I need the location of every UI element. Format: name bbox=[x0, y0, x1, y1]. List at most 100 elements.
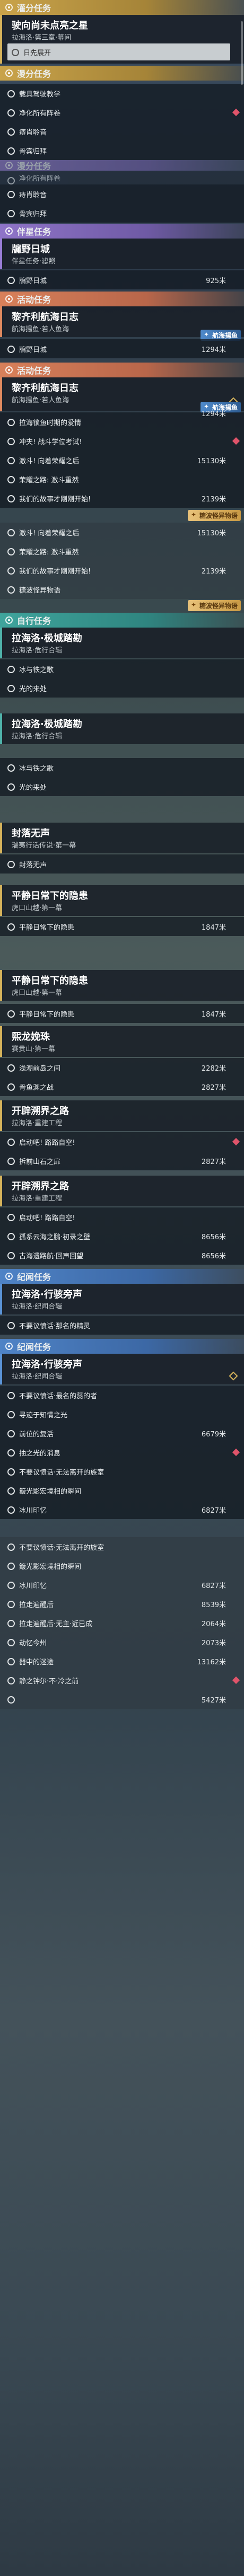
quest-title: 拉海洛·行骇旁声 bbox=[12, 1359, 82, 1370]
list-item[interactable]: 我们的故事才刚刚开始! 2139米 bbox=[0, 489, 244, 508]
event-tag: 糖波怪异物语 bbox=[187, 600, 241, 611]
quest-title: 平静日常下的隐患 bbox=[12, 975, 88, 986]
alert-badge-icon bbox=[232, 108, 240, 117]
section-icon bbox=[5, 366, 13, 374]
list-item[interactable]: 抽之光的消息 bbox=[0, 1443, 244, 1462]
list-item[interactable]: 痔肖聆音 bbox=[0, 184, 244, 204]
list-item[interactable]: 我们的故事才刚刚开始! 2139米 bbox=[0, 561, 244, 580]
section-header-ziyou[interactable]: 自行任务 bbox=[0, 613, 244, 628]
quest-title: 黎齐利航海日志 bbox=[12, 312, 79, 323]
list-item[interactable]: 不要议愤话·那名的精灵 bbox=[0, 1316, 244, 1335]
quest-title: 拉海洛·极城踏勘 bbox=[12, 719, 82, 730]
list-item[interactable]: 不要议愤话·无法离开的族室 bbox=[0, 1537, 244, 1556]
list-item[interactable]: 启动吧! 路路自空! bbox=[0, 1207, 244, 1227]
quest-subtitle: 拉海洛·危行合辑 bbox=[12, 647, 63, 655]
list-item[interactable]: 骨鱼渊之战 2827米 bbox=[0, 1077, 244, 1096]
quest-subtitle: 航海揚鱼·若人鱼海 bbox=[12, 325, 69, 333]
list-item[interactable]: 劫忆今州 2073米 bbox=[0, 1633, 244, 1652]
list-item[interactable]: 光的来处 bbox=[0, 777, 244, 796]
quest-card-ziyou-repeat[interactable]: 拉海洛·极城踏勘 拉海洛·危行合辑 bbox=[0, 713, 244, 744]
quest-card-banlv[interactable]: 牖野日城 伴星任务·滤照 bbox=[0, 239, 244, 269]
list-item[interactable]: 拉海锁鱼时期的爱情 1294米 bbox=[0, 410, 244, 431]
list-item[interactable]: 古海遗路航·回声回望 8656米 bbox=[0, 1246, 244, 1265]
section-header-huodong-repeat[interactable]: 活动任务 bbox=[0, 363, 244, 377]
quest-subtitle: 拉海洛·纪闻合辑 bbox=[12, 1303, 63, 1311]
quest-card-xilong[interactable]: 熙龙娩珠 赛贵山·第一幕 bbox=[0, 1026, 244, 1057]
list-item[interactable]: 冰川印忆 6827米 bbox=[0, 1575, 244, 1594]
track-diamond-icon bbox=[229, 1371, 238, 1381]
section-icon bbox=[5, 4, 13, 11]
list-item[interactable]: 激斗! 向着荣耀之后 15130米 bbox=[0, 451, 244, 470]
section-icon bbox=[5, 295, 13, 303]
quest-subtitle: 拉海洛·重建工程 bbox=[12, 1195, 63, 1203]
list-item[interactable]: 牖野日城 925米 bbox=[0, 270, 244, 289]
section-icon bbox=[5, 1273, 13, 1280]
list-item[interactable]: 拉走遍醒后·无主·近已成 2064米 bbox=[0, 1613, 244, 1633]
section-header-huodong[interactable]: 活动任务 bbox=[0, 292, 244, 306]
alert-badge-icon bbox=[232, 1448, 240, 1457]
list-item[interactable]: 冰与铁之歌 bbox=[0, 758, 244, 777]
scrollbar[interactable] bbox=[241, 21, 243, 85]
quest-card-kaibi[interactable]: 开辟溯界之路 拉海洛·重建工程 bbox=[0, 1100, 244, 1131]
list-item[interactable]: 簸光影宏境相的瞬间 bbox=[0, 1481, 244, 1500]
list-item[interactable]: 静之钟尔·不·冷之前 bbox=[0, 1671, 244, 1690]
section-icon bbox=[5, 616, 13, 624]
list-item[interactable]: 净化所有阵卷 bbox=[0, 103, 244, 122]
list-item[interactable]: 簸光影宏境相的瞬间 bbox=[0, 1556, 244, 1575]
list-item[interactable]: 寻迹于知情之光 bbox=[0, 1405, 244, 1424]
list-item[interactable]: 牖野日城 1294米 bbox=[0, 339, 244, 358]
list-item[interactable]: 5427米 bbox=[0, 1690, 244, 1709]
quest-card-jiyuan-expanded[interactable]: 拉海洛·行骇旁声 拉海洛·纪闻合辑 bbox=[0, 1354, 244, 1384]
section-header-lvdu-repeat[interactable]: 漫分任务 bbox=[0, 160, 244, 171]
list-item[interactable]: 浅潮前岛之间 2282米 bbox=[0, 1058, 244, 1077]
quest-card-pingjing[interactable]: 平静日常下的隐患 虎口山越·第一幕 bbox=[0, 885, 244, 916]
list-item[interactable]: 骨宾归拜 bbox=[0, 141, 244, 160]
quest-title: 拉海洛·极城踏勘 bbox=[12, 633, 82, 644]
event-tag: 糖波怪异物语 bbox=[187, 510, 241, 521]
quest-card-kaibi-repeat[interactable]: 开辟溯界之路 拉海洛·重建工程 bbox=[0, 1176, 244, 1206]
list-item[interactable]: 冰川印忆 6827米 bbox=[0, 1500, 244, 1519]
list-item[interactable]: 平静日常下的隐患 1847米 bbox=[0, 1004, 244, 1023]
quest-card-main[interactable]: 驶向尚未点亮之星 拉海洛·第三章·幕间 日先展开 bbox=[0, 15, 244, 64]
list-item[interactable]: 前位的复活 6679米 bbox=[0, 1424, 244, 1443]
list-item[interactable]: 光的来处 bbox=[0, 678, 244, 698]
list-item[interactable]: 不要议愤话·无法离开的族室 bbox=[0, 1462, 244, 1481]
list-item[interactable]: 启动吧! 路路自空! bbox=[0, 1132, 244, 1151]
list-item[interactable]: 封落无声 bbox=[0, 854, 244, 874]
list-item[interactable]: 荣耀之路: 激斗重然 bbox=[0, 542, 244, 561]
quest-title: 平静日常下的隐患 bbox=[12, 890, 88, 902]
list-item[interactable]: 痔肖聆音 bbox=[0, 122, 244, 141]
section-icon bbox=[5, 227, 13, 235]
section-header-lvdu[interactable]: 漫分任务 bbox=[0, 66, 244, 81]
list-item[interactable]: 不要议愤话·最名的蕊的者 bbox=[0, 1386, 244, 1405]
list-item[interactable]: 平静日常下的隐患 1847米 bbox=[0, 917, 244, 936]
list-item[interactable]: 拉走遍醒后 8539米 bbox=[0, 1594, 244, 1613]
track-button[interactable]: 日先展开 bbox=[7, 43, 230, 60]
list-item[interactable]: 载具驾驶教学 bbox=[0, 84, 244, 103]
section-header-banlv[interactable]: 伴星任务 bbox=[0, 224, 244, 239]
section-header-jiyuan-repeat[interactable]: 纪闻任务 bbox=[0, 1339, 244, 1354]
list-item[interactable]: 激斗! 向着荣耀之后 15130米 bbox=[0, 523, 244, 542]
list-item[interactable]: 器中的迷途 13162米 bbox=[0, 1652, 244, 1671]
quest-card-jiyuan[interactable]: 拉海洛·行骇旁声 拉海洛·纪闻合辑 bbox=[0, 1284, 244, 1315]
quest-title: 熙龙娩珠 bbox=[12, 1031, 50, 1043]
quest-card-ziyou[interactable]: 拉海洛·极城踏勘 拉海洛·危行合辑 bbox=[0, 628, 244, 658]
list-item[interactable]: 骨宾归拜 bbox=[0, 204, 244, 223]
list-item[interactable]: 糖波怪异物语 bbox=[0, 580, 244, 599]
quest-subtitle: 拉海洛·纪闻合辑 bbox=[12, 1373, 63, 1381]
quest-card-pingjing-repeat[interactable]: 平静日常下的隐患 虎口山越·第一幕 bbox=[0, 970, 244, 1001]
quest-title: 封落无声 bbox=[12, 828, 50, 839]
list-item[interactable]: 冰与铁之歌 bbox=[0, 659, 244, 678]
list-item[interactable]: 冲夹! 战斗学位考试! bbox=[0, 431, 244, 451]
list-item[interactable]: 净化所有阵卷 bbox=[0, 171, 244, 184]
quest-card-fengqi[interactable]: 封落无声 瑞夷行话传说·第一幕 bbox=[0, 823, 244, 853]
list-item[interactable]: 拆前山石之扉 2827米 bbox=[0, 1151, 244, 1170]
section-icon bbox=[5, 69, 13, 77]
list-item[interactable]: 孤系云海之鹏·初录之壁 8656米 bbox=[0, 1227, 244, 1246]
section-header-jiyuan[interactable]: 纪闻任务 bbox=[0, 1269, 244, 1284]
list-item[interactable]: 荣耀之路: 激斗重然 bbox=[0, 470, 244, 489]
quest-subtitle: 拉海洛·重建工程 bbox=[12, 1119, 63, 1127]
section-header-lingfen[interactable]: 灌分任务 bbox=[0, 0, 244, 15]
alert-badge-icon bbox=[232, 1676, 240, 1684]
quest-subtitle: 拉海洛·危行合辑 bbox=[12, 733, 63, 740]
